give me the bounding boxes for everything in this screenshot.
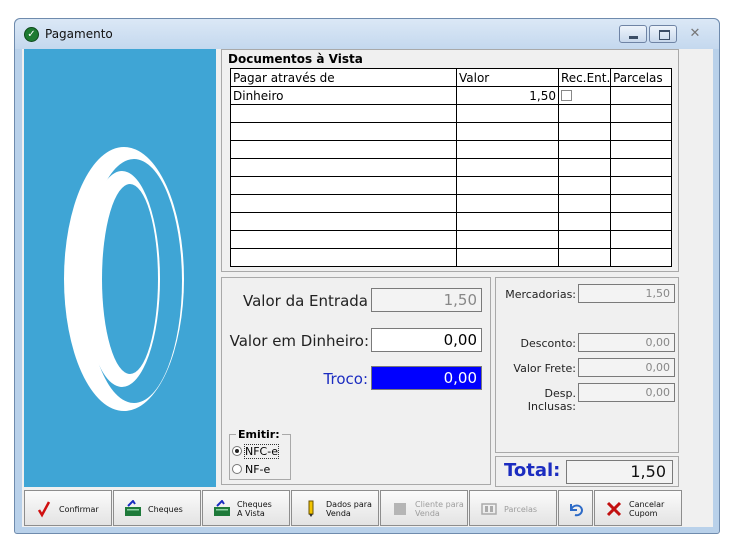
dados-para-venda-line2: Venda <box>326 509 351 518</box>
desconto-field[interactable]: 0,00 <box>578 333 675 352</box>
title-bar[interactable]: ✓ Pagamento ✕ <box>15 19 719 49</box>
documents-panel: Documentos à Vista Pagar através de Valo… <box>221 49 679 272</box>
despesas-field[interactable]: 0,00 <box>578 383 675 402</box>
cancelar-cupom-button[interactable]: Cancelar Cupom <box>594 490 682 526</box>
troco-field[interactable]: 0,00 <box>371 366 482 390</box>
total-panel: Total: 1,50 <box>495 456 679 487</box>
window-title: Pagamento <box>45 27 113 41</box>
cancelar-cupom-line2: Cupom <box>629 509 658 518</box>
minimize-button[interactable] <box>619 25 647 43</box>
cell-valor[interactable]: 1,50 <box>456 86 559 105</box>
troco-label: Troco: <box>323 370 368 388</box>
cliente-para-venda-button[interactable]: Cliente para Venda <box>380 490 468 526</box>
emitir-group: Emitir: NFC-e NF-e <box>229 428 291 480</box>
cliente-para-venda-line2: Venda <box>415 509 440 518</box>
desconto-label: Desconto: <box>520 337 576 350</box>
table-row[interactable] <box>230 176 672 195</box>
emitir-title: Emitir: <box>236 428 282 441</box>
radio-nfce[interactable]: NFC-e <box>232 444 279 459</box>
table-row[interactable] <box>230 212 672 231</box>
company-logo <box>64 147 184 411</box>
radio-nfce-label: NFC-e <box>244 444 279 459</box>
col-parcelas[interactable]: Parcelas <box>610 68 672 87</box>
maximize-button[interactable] <box>649 25 677 43</box>
cliente-para-venda-label: Cliente para Venda <box>415 500 464 518</box>
radio-nfe-dot[interactable] <box>232 464 242 474</box>
total-label: Total: <box>504 460 561 481</box>
entry-panel: Valor da Entrada 1,50 Valor em Dinheiro:… <box>221 277 491 485</box>
cell-metodo[interactable]: Dinheiro <box>230 86 457 105</box>
cancelar-cupom-label: Cancelar Cupom <box>629 500 664 518</box>
cancel-x-icon <box>606 501 622 517</box>
documents-title: Documentos à Vista <box>228 52 363 66</box>
col-rec-ent[interactable]: Rec.Ent. <box>558 68 611 87</box>
col-pagar-atraves[interactable]: Pagar através de <box>230 68 457 87</box>
table-row[interactable] <box>230 104 672 123</box>
table-row[interactable] <box>230 194 672 213</box>
cell-parcelas[interactable] <box>610 86 672 105</box>
frete-label: Valor Frete: <box>513 362 576 375</box>
payment-window: ✓ Pagamento ✕ Documentos à Vista Pagar a… <box>14 18 720 534</box>
dados-para-venda-line1: Dados para <box>326 500 372 509</box>
cheque-icon <box>125 500 141 516</box>
cheques-a-vista-line1: Cheques <box>237 500 272 509</box>
cancelar-cupom-line1: Cancelar <box>629 500 665 509</box>
cheques-a-vista-label: Cheques A Vista <box>237 500 272 518</box>
table-row[interactable] <box>230 122 672 141</box>
table-row[interactable]: Dinheiro 1,50 <box>230 86 672 105</box>
undo-button[interactable] <box>558 490 593 526</box>
col-valor[interactable]: Valor <box>456 68 559 87</box>
total-field[interactable]: 1,50 <box>566 460 673 484</box>
confirmar-button[interactable]: Confirmar <box>24 490 112 526</box>
table-row[interactable] <box>230 230 672 249</box>
mercadorias-label: Mercadorias: <box>505 288 576 301</box>
cheques-label: Cheques <box>148 505 183 514</box>
parcelas-button[interactable]: Parcelas <box>469 490 557 526</box>
radio-nfe-label: NF-e <box>245 463 271 476</box>
pencil-icon <box>308 500 314 517</box>
despesas-label: Desp. Inclusas: <box>527 387 576 413</box>
valor-dinheiro-field[interactable]: 0,00 <box>371 328 482 352</box>
valor-entrada-label: Valor da Entrada <box>243 292 368 310</box>
valor-dinheiro-label: Valor em Dinheiro: <box>229 332 369 350</box>
cliente-para-venda-line1: Cliente para <box>415 500 464 509</box>
action-toolbar: Confirmar Cheques Cheques A Vista Dados p… <box>24 490 713 527</box>
mercadorias-field[interactable]: 1,50 <box>578 284 675 303</box>
confirmar-label: Confirmar <box>59 505 99 514</box>
cheque-vista-icon <box>214 500 230 516</box>
check-mark-icon <box>37 501 51 518</box>
cheques-a-vista-line2: A Vista <box>237 509 265 518</box>
radio-nfce-dot[interactable] <box>232 446 242 456</box>
logo-panel <box>24 49 216 487</box>
cell-rec-ent[interactable] <box>558 86 611 105</box>
rec-ent-checkbox[interactable] <box>561 89 572 101</box>
radio-nfe[interactable]: NF-e <box>232 463 270 476</box>
cheques-a-vista-button[interactable]: Cheques A Vista <box>202 490 290 526</box>
table-row[interactable] <box>230 158 672 177</box>
summary-panel: Mercadorias: 1,50 Desconto: 0,00 Valor F… <box>495 277 679 453</box>
cheques-button[interactable]: Cheques <box>113 490 201 526</box>
table-row[interactable] <box>230 248 672 267</box>
frete-field[interactable]: 0,00 <box>578 358 675 377</box>
dados-para-venda-button[interactable]: Dados para Venda <box>291 490 379 526</box>
dados-para-venda-label: Dados para Venda <box>326 500 372 518</box>
parcelas-label: Parcelas <box>504 505 538 514</box>
documents-table[interactable]: Pagar através de Valor Rec.Ent. Parcelas… <box>230 68 672 267</box>
client-area: Documentos à Vista Pagar através de Valo… <box>22 49 713 527</box>
undo-arrow-icon <box>570 504 584 517</box>
table-row[interactable] <box>230 140 672 159</box>
table-header-row: Pagar através de Valor Rec.Ent. Parcelas <box>230 68 672 87</box>
installments-icon <box>481 503 497 515</box>
client-card-icon <box>394 503 406 515</box>
valor-entrada-field[interactable]: 1,50 <box>371 288 482 312</box>
close-button[interactable]: ✕ <box>679 25 711 43</box>
check-app-icon: ✓ <box>24 27 39 42</box>
